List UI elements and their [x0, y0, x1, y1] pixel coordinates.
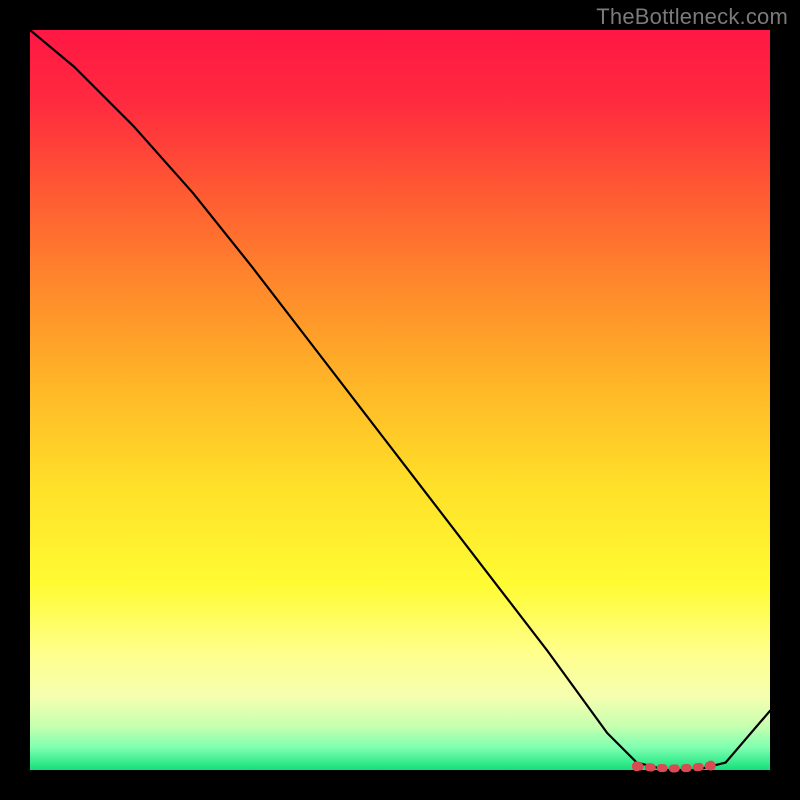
target-range-endpoint — [632, 761, 642, 771]
plot-background — [30, 30, 770, 770]
chart-frame: TheBottleneck.com — [0, 0, 800, 800]
watermark-label: TheBottleneck.com — [596, 4, 788, 30]
target-range-line — [637, 766, 711, 769]
bottleneck-chart — [0, 0, 800, 800]
target-range-endpoint — [706, 761, 716, 771]
